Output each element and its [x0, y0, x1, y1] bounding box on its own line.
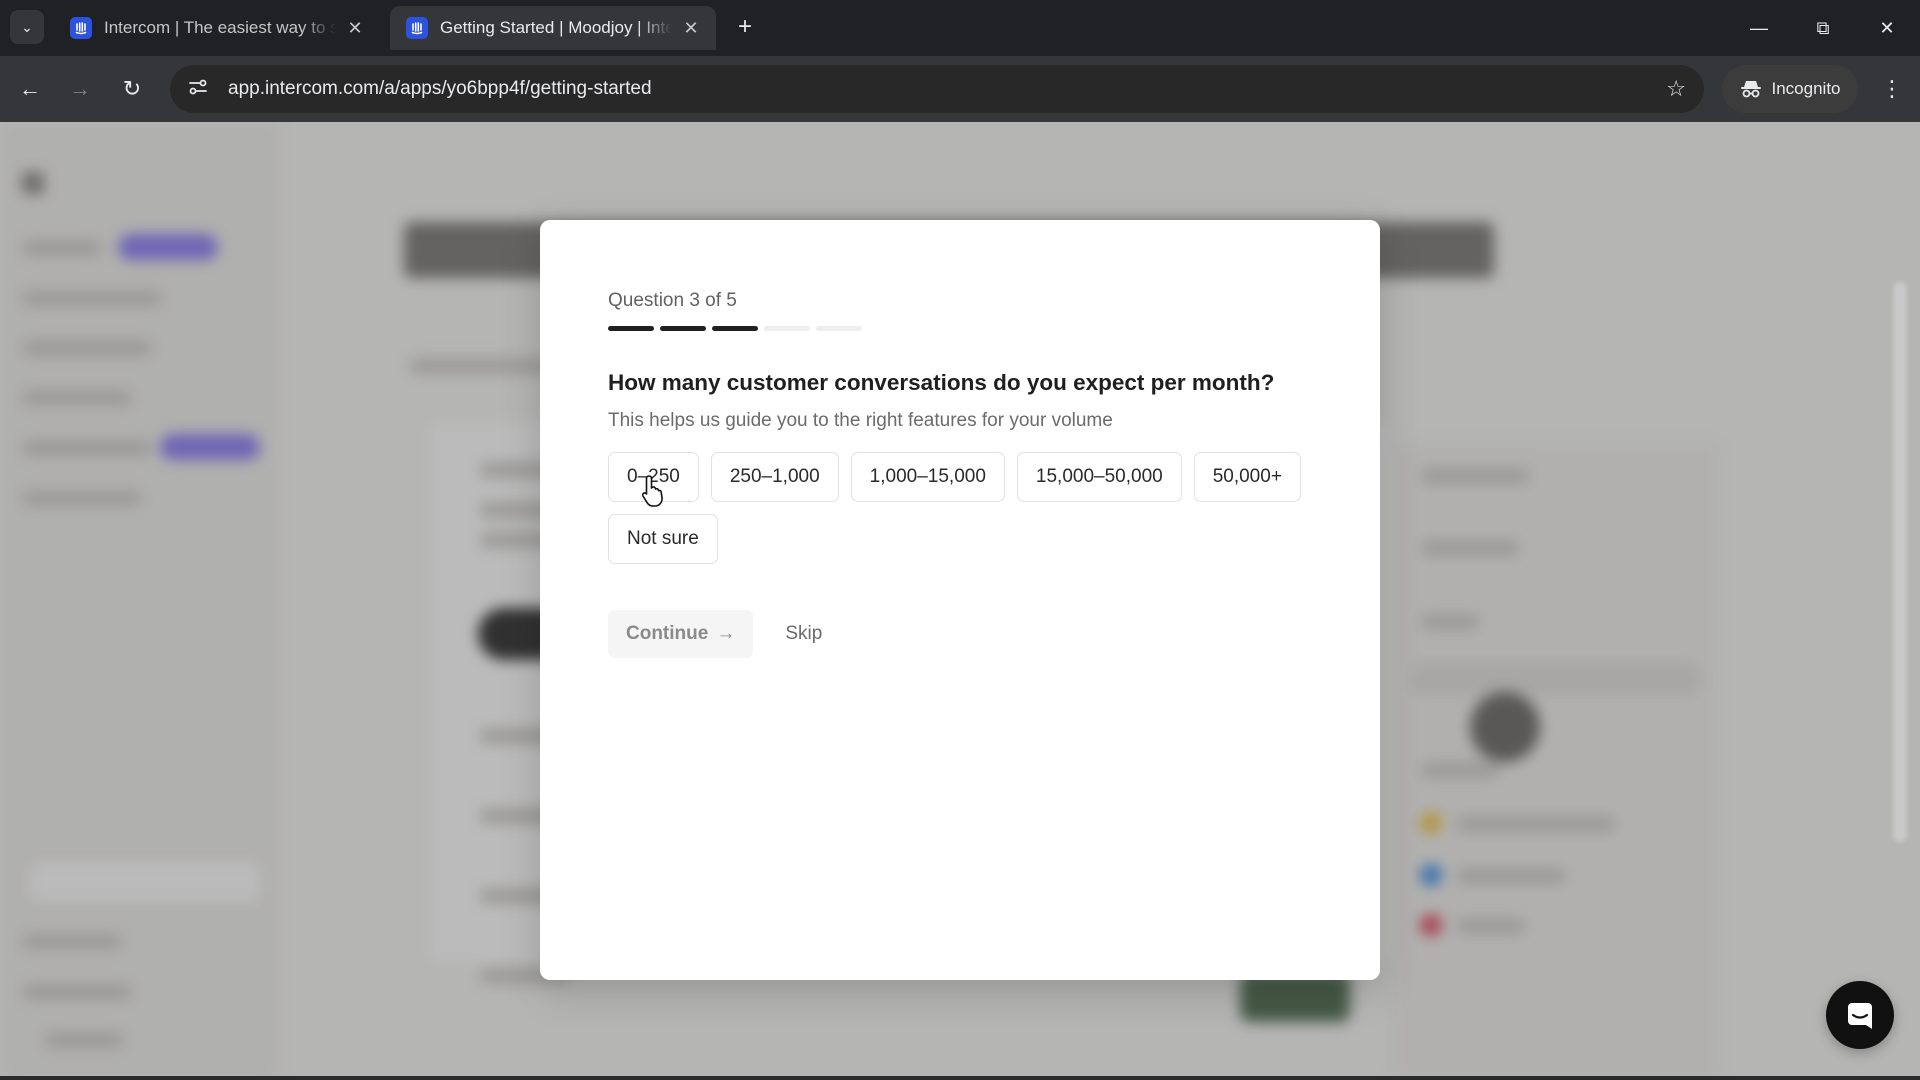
bookmark-star-icon[interactable]: ☆ [1666, 76, 1686, 102]
tab-title: Getting Started | Moodjoy | Inte [440, 18, 672, 37]
tab-title: Intercom | The easiest way to se [104, 18, 336, 37]
option-not-sure[interactable]: Not sure [608, 514, 718, 564]
browser-tab-bar: ⌄ Intercom | The easiest way to se ✕ Get… [0, 0, 1920, 56]
skip-button[interactable]: Skip [773, 610, 834, 658]
arrow-right-icon: → [716, 623, 736, 644]
option-15000-50000[interactable]: 15,000–50,000 [1016, 452, 1182, 502]
hand-cursor-icon [641, 475, 663, 507]
chevron-down-icon: ⌄ [21, 18, 33, 35]
url-text: app.intercom.com/a/apps/yo6bpp4f/getting… [228, 78, 652, 99]
question-subtitle: This helps us guide you to the right fea… [608, 410, 1113, 431]
plus-icon: + [737, 13, 752, 40]
arrow-right-icon: → [69, 76, 91, 101]
intercom-logo-icon [70, 17, 92, 39]
incognito-indicator[interactable]: Incognito [1722, 65, 1858, 113]
option-1000-15000[interactable]: 1,000–15,000 [850, 452, 1005, 502]
close-icon: ✕ [1879, 17, 1895, 38]
minimize-icon: — [1750, 17, 1768, 38]
address-bar[interactable]: app.intercom.com/a/apps/yo6bpp4f/getting… [170, 65, 1704, 113]
answer-options: 0–250 250–1,000 1,000–15,000 15,000–50,0… [608, 452, 1328, 564]
onboarding-question-modal: Question 3 of 5 How many customer conver… [540, 220, 1380, 980]
forward-button[interactable]: → [62, 71, 98, 107]
option-50000-plus[interactable]: 50,000+ [1193, 452, 1301, 502]
browser-tab-getting-started[interactable]: Getting Started | Moodjoy | Inte ✕ [390, 6, 716, 50]
intercom-logo-icon [406, 17, 428, 39]
restore-button[interactable]: ⧉ [1798, 8, 1848, 48]
progress-segment [712, 326, 758, 331]
question-title: How many customer conversations do you e… [608, 370, 1275, 395]
incognito-label: Incognito [1771, 79, 1841, 98]
progress-segment [660, 326, 706, 331]
continue-button[interactable]: Continue → [608, 610, 754, 658]
new-tab-button[interactable]: + [730, 12, 760, 42]
continue-label: Continue [626, 623, 709, 644]
close-icon[interactable]: ✕ [344, 17, 366, 39]
tab-search-button[interactable]: ⌄ [10, 10, 44, 44]
page-scrollbar[interactable] [1893, 282, 1907, 842]
reload-icon: ↻ [122, 76, 142, 101]
browser-toolbar: ← → ↻ app.intercom.com/a/apps/yo6bpp4f/g… [0, 56, 1920, 122]
browser-tab-intercom[interactable]: Intercom | The easiest way to se ✕ [54, 6, 380, 50]
close-icon[interactable]: ✕ [680, 17, 702, 39]
more-vertical-icon: ⋮ [1881, 76, 1903, 101]
reload-button[interactable]: ↻ [114, 71, 150, 107]
messenger-launcher-button[interactable] [1826, 981, 1894, 1049]
question-counter: Question 3 of 5 [608, 290, 737, 311]
window-close-button[interactable]: ✕ [1862, 8, 1912, 48]
modal-actions: Continue → Skip [608, 610, 834, 658]
taskbar-edge [0, 1076, 1920, 1080]
back-button[interactable]: ← [12, 71, 48, 107]
arrow-left-icon: ← [19, 76, 41, 101]
incognito-icon [1740, 81, 1761, 98]
minimize-button[interactable]: — [1734, 8, 1784, 48]
restore-icon: ⧉ [1816, 17, 1830, 38]
progress-segment [608, 326, 654, 331]
chat-icon [1848, 1003, 1872, 1029]
browser-menu-button[interactable]: ⋮ [1874, 71, 1910, 107]
question-progress-bar [608, 326, 862, 331]
site-settings-icon[interactable] [188, 78, 216, 101]
progress-segment [764, 326, 810, 331]
progress-segment [816, 326, 862, 331]
option-250-1000[interactable]: 250–1,000 [710, 452, 839, 502]
